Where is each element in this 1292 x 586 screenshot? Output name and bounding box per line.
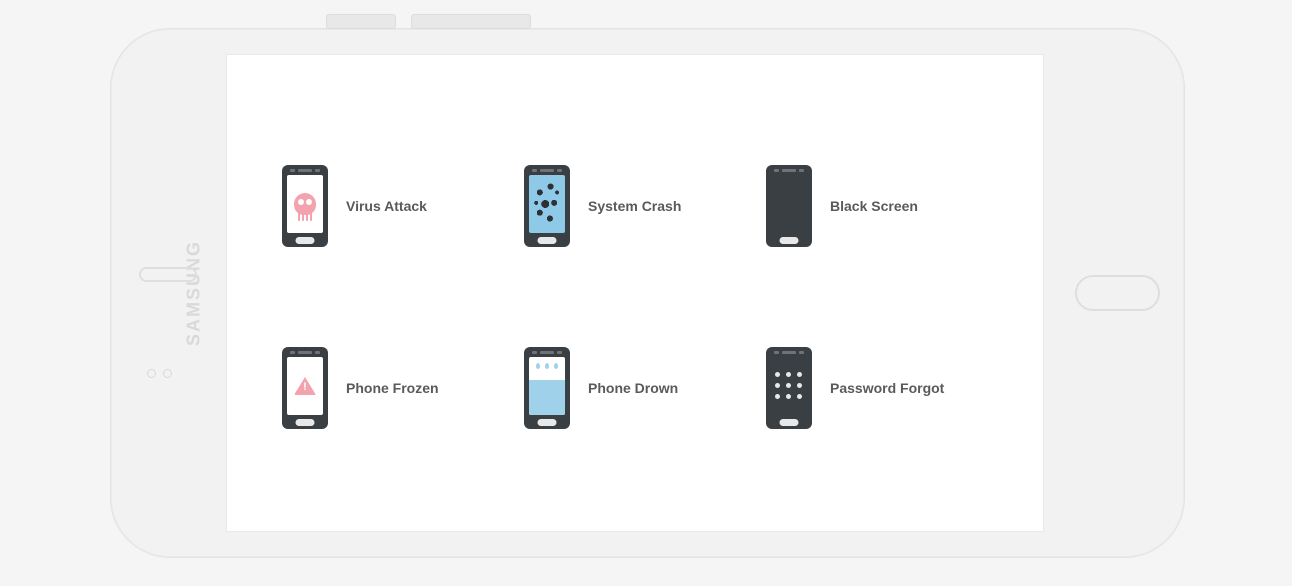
issue-label: Virus Attack bbox=[346, 198, 427, 214]
issue-grid: Virus Attack System Crash Black Screen bbox=[282, 165, 988, 429]
device-side-button-small bbox=[326, 14, 396, 29]
device-sensor-dot bbox=[163, 369, 172, 378]
device-brand-label: SAMSUNG bbox=[184, 240, 205, 346]
device-frame: SAMSUNG Virus Attack System Crash bbox=[110, 28, 1185, 558]
splatter-icon bbox=[529, 175, 565, 233]
issue-label: Phone Drown bbox=[588, 380, 678, 396]
issue-label: Black Screen bbox=[830, 198, 918, 214]
warning-icon bbox=[294, 377, 316, 395]
issue-label: Phone Frozen bbox=[346, 380, 439, 396]
device-home-button bbox=[1075, 275, 1160, 311]
issue-label: Password Forgot bbox=[830, 380, 944, 396]
phone-password-icon bbox=[766, 347, 812, 429]
phone-crash-icon bbox=[524, 165, 570, 247]
device-side-button-large bbox=[411, 14, 531, 29]
device-sensor-dot bbox=[147, 369, 156, 378]
issue-black-screen[interactable]: Black Screen bbox=[766, 165, 988, 247]
phone-black-icon bbox=[766, 165, 812, 247]
device-screen: Virus Attack System Crash Black Screen bbox=[226, 54, 1044, 532]
device-earpiece bbox=[139, 267, 197, 282]
phone-frozen-icon bbox=[282, 347, 328, 429]
phone-virus-icon bbox=[282, 165, 328, 247]
phone-drown-icon bbox=[524, 347, 570, 429]
water-drops-icon bbox=[529, 363, 565, 377]
issue-phone-frozen[interactable]: Phone Frozen bbox=[282, 347, 504, 429]
skull-icon bbox=[294, 193, 316, 215]
issue-label: System Crash bbox=[588, 198, 681, 214]
issue-system-crash[interactable]: System Crash bbox=[524, 165, 746, 247]
issue-password-forgot[interactable]: Password Forgot bbox=[766, 347, 988, 429]
issue-virus-attack[interactable]: Virus Attack bbox=[282, 165, 504, 247]
pattern-lock-icon bbox=[775, 372, 803, 400]
water-icon bbox=[529, 380, 565, 415]
issue-phone-drown[interactable]: Phone Drown bbox=[524, 347, 746, 429]
